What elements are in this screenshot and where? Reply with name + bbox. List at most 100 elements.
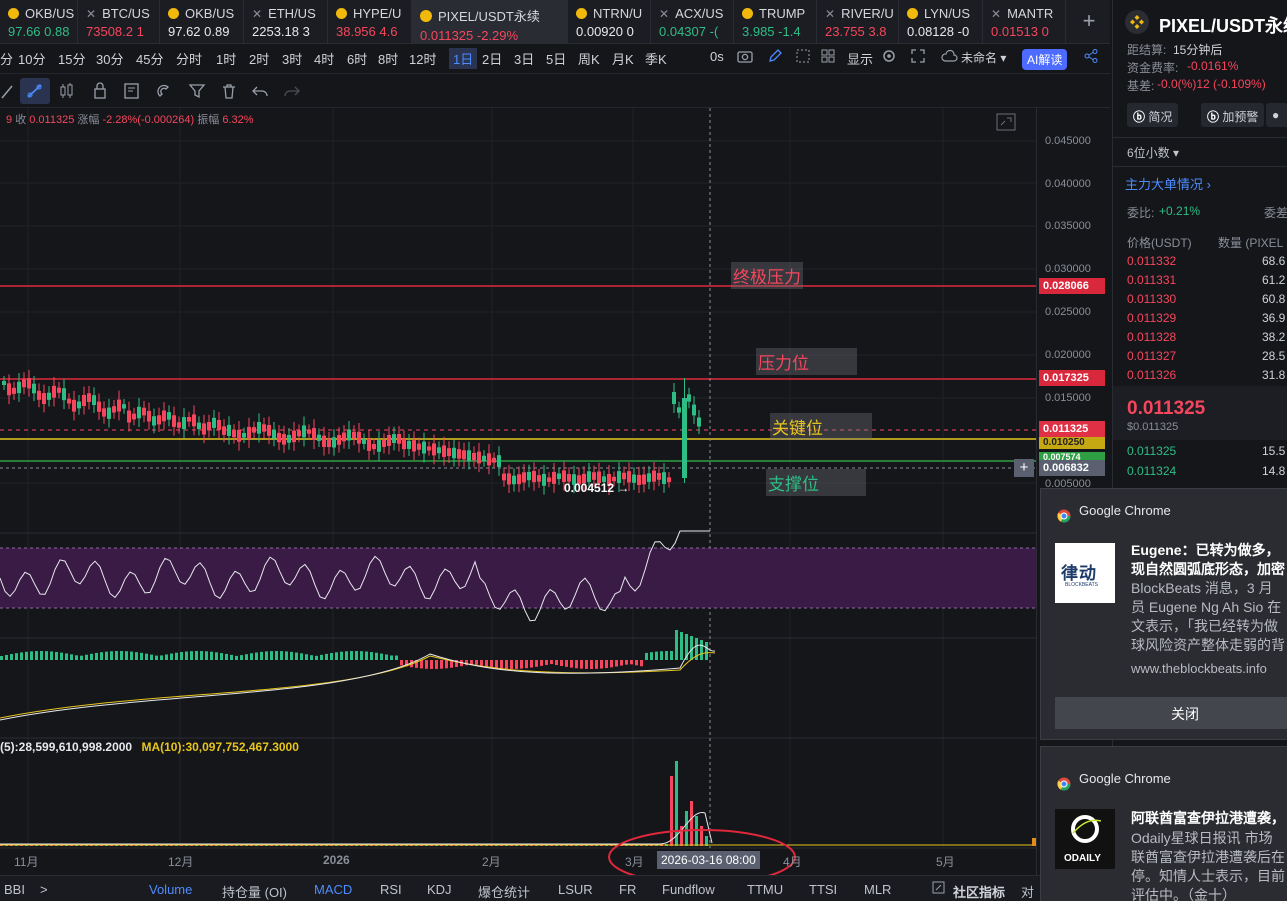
- tab-macd[interactable]: MACD: [314, 882, 352, 897]
- select-icon[interactable]: [795, 48, 811, 67]
- tab-open-interest[interactable]: 持仓量 (OI): [222, 882, 287, 901]
- candle-tool-icon[interactable]: [59, 82, 77, 100]
- bid-row[interactable]: 0.011325 15.5: [1113, 442, 1287, 462]
- close-tab-icon[interactable]: ✕: [659, 7, 669, 21]
- bid-row[interactable]: 0.011324 14.8: [1113, 462, 1287, 482]
- tab-kdj[interactable]: KDJ: [427, 882, 452, 897]
- annotation-key-level[interactable]: 关键位: [770, 413, 872, 440]
- tab-ttmu[interactable]: TTMU: [747, 882, 783, 897]
- add-tab-button[interactable]: +: [1075, 8, 1103, 36]
- interval-option[interactable]: 6时: [347, 49, 367, 68]
- symbol-tab[interactable]: ✕ ACX/US 0.04307 -(: [651, 0, 734, 44]
- layout-name[interactable]: 未命名 ▾: [961, 49, 1006, 66]
- community-edit-icon[interactable]: [932, 881, 945, 897]
- camera-icon[interactable]: [737, 48, 753, 67]
- tab-bbi[interactable]: BBI: [4, 882, 25, 897]
- decimal-select[interactable]: 6位小数 ▾: [1127, 144, 1179, 161]
- symbol-tab[interactable]: LYN/US 0.08128 -0: [899, 0, 983, 44]
- pen-icon[interactable]: [767, 48, 783, 67]
- interval-option[interactable]: 5日: [546, 49, 566, 68]
- interval-option[interactable]: 1时: [216, 49, 236, 68]
- edit-icon[interactable]: [123, 82, 141, 100]
- fullscreen-icon[interactable]: [910, 48, 926, 67]
- ask-row[interactable]: 0.011327 28.5: [1113, 347, 1287, 366]
- annotation-resistance[interactable]: 压力位: [756, 348, 857, 375]
- brush-icon[interactable]: [0, 82, 18, 100]
- symbol-tab[interactable]: ✕ ETH/US 2253.18 3: [244, 0, 328, 44]
- add-alert-icon[interactable]: +: [1014, 459, 1034, 477]
- interval-option[interactable]: 月K: [612, 49, 634, 68]
- symbol-tab[interactable]: OKB/US 97.66 0.88: [0, 0, 78, 44]
- add-alert-button[interactable]: ⓑ 加预警: [1201, 103, 1265, 127]
- symbol-tab[interactable]: ✕ RIVER/U 23.755 3.8: [817, 0, 899, 44]
- lock-icon[interactable]: [91, 82, 109, 100]
- notification-card[interactable]: Google Chrome ODAILY 阿联酋富查伊拉港遭袭， Odaily星…: [1040, 746, 1287, 901]
- magnet-icon[interactable]: [156, 82, 174, 100]
- main-flow-link[interactable]: 主力大单情况 ›: [1125, 174, 1211, 193]
- tab-community-indicators[interactable]: 社区指标: [953, 882, 1005, 901]
- expand-icon[interactable]: [996, 113, 1016, 134]
- close-tab-icon[interactable]: ✕: [86, 7, 96, 21]
- interval-option[interactable]: 2时: [249, 49, 269, 68]
- symbol-tab[interactable]: TRUMP 3.985 -1.4: [734, 0, 817, 44]
- tab-rsi[interactable]: RSI: [380, 882, 402, 897]
- ask-row[interactable]: 0.011332 68.6: [1113, 252, 1287, 271]
- ask-row[interactable]: 0.011329 36.9: [1113, 309, 1287, 328]
- symbol-tab[interactable]: NTRN/U 0.00920 0: [568, 0, 651, 44]
- display-button[interactable]: 显示: [847, 49, 873, 68]
- trendline-icon[interactable]: [20, 78, 50, 104]
- notification-card[interactable]: Google Chrome 律动 BLOCKBEATS Eugene：已转为做多…: [1040, 488, 1287, 740]
- close-tab-icon[interactable]: ✕: [991, 7, 1001, 21]
- undo-icon[interactable]: [251, 82, 269, 100]
- symbol-tab[interactable]: HYPE/U 38.956 4.6: [328, 0, 412, 44]
- annotation-support[interactable]: 支撑位: [766, 469, 866, 496]
- ask-row[interactable]: 0.011328 38.2: [1113, 328, 1287, 347]
- more-button[interactable]: ●: [1266, 103, 1287, 127]
- redo-icon[interactable]: [283, 82, 301, 100]
- symbol-tab[interactable]: OKB/US 97.62 0.89: [160, 0, 244, 44]
- interval-option[interactable]: 季K: [645, 49, 667, 68]
- interval-option[interactable]: 1日: [449, 48, 478, 69]
- symbol-tab[interactable]: ✕ MANTR 0.01513 0: [983, 0, 1066, 44]
- annotation-ultimate-resistance[interactable]: 终极压力: [731, 262, 803, 289]
- ai-read-button[interactable]: AI解读: [1022, 49, 1068, 70]
- tab-overflow[interactable]: 对: [1021, 882, 1034, 901]
- close-tab-icon[interactable]: ✕: [825, 7, 835, 21]
- notification-close-button[interactable]: 关闭: [1055, 697, 1287, 729]
- tab-mlr[interactable]: MLR: [864, 882, 891, 897]
- interval-option[interactable]: 分: [0, 49, 13, 68]
- interval-option[interactable]: 8时: [378, 49, 398, 68]
- ask-row[interactable]: 0.011331 61.2: [1113, 271, 1287, 290]
- overview-button[interactable]: ⓑ 简况: [1127, 103, 1179, 127]
- tab-fr[interactable]: FR: [619, 882, 636, 897]
- interval-option[interactable]: 分时: [176, 49, 202, 68]
- settings-icon[interactable]: [881, 48, 897, 67]
- interval-option[interactable]: 3日: [514, 49, 534, 68]
- interval-option[interactable]: 周K: [578, 49, 600, 68]
- interval-option[interactable]: 10分: [18, 49, 45, 68]
- tab-lsur[interactable]: LSUR: [558, 882, 593, 897]
- interval-option[interactable]: 30分: [96, 49, 123, 68]
- trash-icon[interactable]: [220, 82, 238, 100]
- chevron-right-icon[interactable]: >: [40, 882, 48, 897]
- tab-liquidation-stats[interactable]: 爆仓统计: [478, 882, 530, 901]
- chart-canvas[interactable]: [0, 108, 1110, 885]
- interval-option[interactable]: 3时: [282, 49, 302, 68]
- filter-icon[interactable]: [188, 82, 206, 100]
- interval-option[interactable]: 12时: [409, 49, 436, 68]
- ask-row[interactable]: 0.011330 60.8: [1113, 290, 1287, 309]
- candlestick-chart[interactable]: 9 收 0.011325 涨幅 -2.28%(-0.000264) 振幅 6.3…: [0, 108, 1110, 885]
- tab-volume[interactable]: Volume: [149, 882, 192, 897]
- tab-ttsi[interactable]: TTSI: [809, 882, 837, 897]
- symbol-tab[interactable]: ✕ BTC/US 73508.2 1: [78, 0, 160, 44]
- interval-option[interactable]: 4时: [314, 49, 334, 68]
- ask-row[interactable]: 0.011326 31.8: [1113, 366, 1287, 385]
- grid-icon[interactable]: [820, 48, 836, 67]
- interval-option[interactable]: 2日: [482, 49, 502, 68]
- interval-option[interactable]: 15分: [58, 49, 85, 68]
- symbol-tab[interactable]: PIXEL/USDT永续 0.011325 -2.29%: [412, 0, 568, 44]
- tab-fundflow[interactable]: Fundflow: [662, 882, 715, 897]
- share-icon[interactable]: [1083, 48, 1099, 67]
- interval-option[interactable]: 45分: [136, 49, 163, 68]
- close-tab-icon[interactable]: ✕: [252, 7, 262, 21]
